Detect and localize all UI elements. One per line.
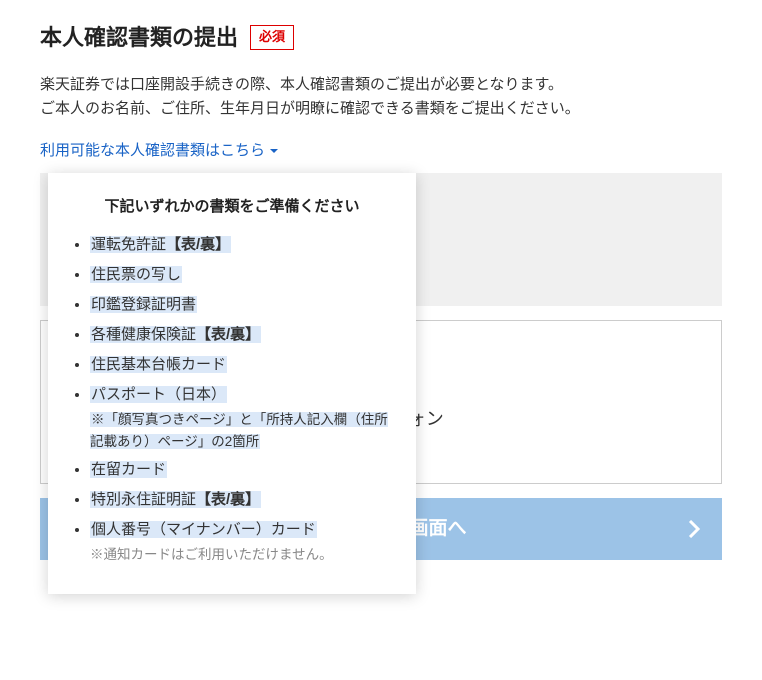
docs-list: 運転免許証【表/裏】住民票の写し印鑑登録証明書各種健康保険証【表/裏】住民基本台… [72, 233, 392, 566]
docs-list-item-subnote: ※「顔写真つきページ」と「所持人記入欄（住所記載あり）ページ」の2箇所 [90, 409, 392, 452]
docs-list-item: 個人番号（マイナンバー）カード ※通知カードはご利用いただけません。 [90, 518, 392, 566]
docs-list-item: 運転免許証【表/裏】 [90, 233, 392, 257]
docs-list-item: 住民基本台帳カード [90, 353, 392, 377]
chevron-right-icon [688, 520, 700, 538]
description: 楽天証券では口座開設手続きの際、本人確認書類のご提出が必要となります。 ご本人の… [40, 73, 722, 121]
docs-list-item: 特別永住証明証【表/裏】 [90, 488, 392, 512]
docs-list-item: 在留カード [90, 458, 392, 482]
required-badge: 必須 [250, 25, 294, 50]
docs-list-item: パスポート（日本） ※「顔写真つきページ」と「所持人記入欄（住所記載あり）ページ」… [90, 383, 392, 452]
docs-list-item-text: パスポート（日本） [90, 386, 227, 403]
docs-list-item: 印鑑登録証明書 [90, 293, 392, 317]
docs-list-item-text: 各種健康保険証【表/裏】 [90, 326, 261, 343]
docs-list-item-text: 特別永住証明証【表/裏】 [90, 491, 261, 508]
docs-list-item-text: 印鑑登録証明書 [90, 296, 197, 313]
docs-list-item-text: 住民基本台帳カード [90, 356, 227, 373]
docs-list-item: 住民票の写し [90, 263, 392, 287]
chevron-down-icon [269, 146, 279, 156]
docs-list-item-text: 住民票の写し [90, 266, 182, 283]
available-docs-link-text: 利用可能な本人確認書類はこちら [40, 139, 265, 163]
docs-list-item-subnote: ※通知カードはご利用いただけません。 [90, 544, 392, 566]
docs-list-item: 各種健康保険証【表/裏】 [90, 323, 392, 347]
available-docs-link[interactable]: 利用可能な本人確認書類はこちら [40, 139, 279, 163]
description-line1: 楽天証券では口座開設手続きの際、本人確認書類のご提出が必要となります。 [40, 76, 563, 93]
docs-list-item-text: 在留カード [90, 461, 167, 478]
docs-list-item-text: 運転免許証【表/裏】 [90, 236, 231, 253]
description-line2: ご本人のお名前、ご住所、生年月日が明瞭に確認できる書類をご提出ください。 [40, 100, 580, 117]
docs-popover: 下記いずれかの書類をご準備ください 運転免許証【表/裏】住民票の写し印鑑登録証明… [48, 173, 416, 594]
docs-list-item-text: 個人番号（マイナンバー）カード [90, 521, 317, 538]
docs-popover-title: 下記いずれかの書類をご準備ください [72, 195, 392, 219]
page-title: 本人確認書類の提出 [40, 20, 238, 55]
